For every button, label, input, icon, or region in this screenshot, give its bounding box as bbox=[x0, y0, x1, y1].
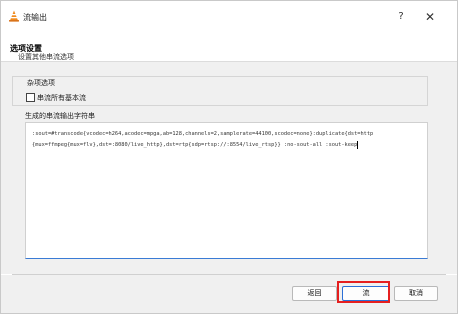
back-button[interactable]: 返回 bbox=[292, 286, 337, 301]
help-button[interactable]: ? bbox=[392, 9, 410, 25]
vlc-cone-icon bbox=[9, 10, 19, 22]
sout-string-text[interactable]: :sout=#transcode{vcodec=h264,acodec=mpga… bbox=[32, 129, 424, 151]
cancel-button[interactable]: 取消 bbox=[394, 286, 438, 301]
stream-output-dialog: 流输出 ? ✕ 选项设置 设置其他串流选项 杂项选项 串流所有基本流 生成的串流… bbox=[0, 0, 458, 314]
highlight-box bbox=[337, 281, 390, 303]
title-bar[interactable]: 流输出 ? ✕ bbox=[1, 1, 457, 31]
close-button[interactable]: ✕ bbox=[421, 9, 439, 25]
wizard-header: 选项设置 设置其他串流选项 bbox=[1, 31, 457, 61]
text-caret bbox=[357, 140, 359, 149]
stream-all-es-label[interactable]: 串流所有基本流 bbox=[37, 93, 86, 103]
stream-all-es-checkbox[interactable] bbox=[26, 93, 35, 102]
window-title: 流输出 bbox=[23, 13, 47, 22]
sout-line-1: :sout=#transcode{vcodec=h264,acodec=mpga… bbox=[32, 131, 374, 137]
sout-string-textarea[interactable]: :sout=#transcode{vcodec=h264,acodec=mpga… bbox=[25, 122, 428, 259]
sout-line-2-text: {mux=ffmpeg{mux=flv},dst=:8080/live_http… bbox=[32, 142, 358, 148]
sout-line-2: {mux=ffmpeg{mux=flv},dst=:8080/live_http… bbox=[32, 140, 424, 151]
output-string-title: 生成的串流输出字符串 bbox=[25, 112, 95, 120]
misc-options-title: 杂项选项 bbox=[27, 78, 55, 88]
